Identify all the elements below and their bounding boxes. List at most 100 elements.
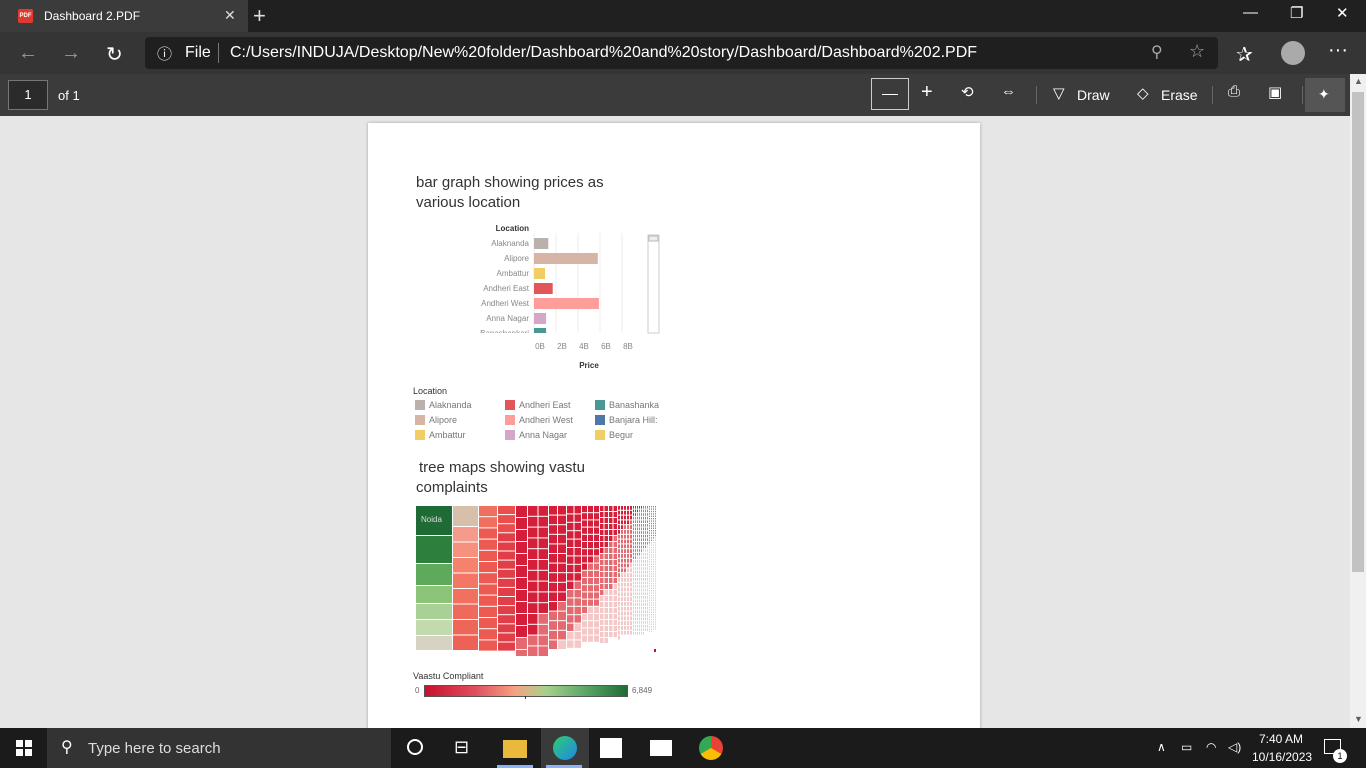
- treemap-cell[interactable]: [600, 602, 604, 607]
- treemap-cell[interactable]: [627, 592, 629, 597]
- treemap-cell[interactable]: [498, 560, 515, 569]
- treemap-cell[interactable]: [609, 632, 613, 637]
- treemap-cell[interactable]: [641, 567, 642, 570]
- treemap-cell[interactable]: [627, 582, 629, 587]
- treemap-cell[interactable]: [516, 566, 527, 577]
- treemap-cell[interactable]: [538, 614, 549, 624]
- treemap-cell[interactable]: [453, 620, 478, 635]
- treemap-cell[interactable]: [641, 563, 642, 567]
- treemap-cell[interactable]: [630, 582, 632, 587]
- treemap-cell[interactable]: [635, 556, 636, 559]
- treemap-cell[interactable]: [549, 525, 557, 534]
- treemap-cell[interactable]: [609, 590, 613, 595]
- treemap-cell[interactable]: [498, 533, 515, 542]
- treemap-cell[interactable]: [582, 635, 587, 642]
- treemap-cell[interactable]: [643, 617, 644, 621]
- treemap-cell[interactable]: [643, 524, 644, 527]
- treemap-cell[interactable]: [635, 614, 636, 617]
- treemap-cell[interactable]: [651, 587, 652, 589]
- treemap-cell[interactable]: [651, 570, 652, 573]
- treemap-cell[interactable]: [649, 510, 650, 513]
- treemap-cell[interactable]: [649, 534, 650, 537]
- treemap-cell[interactable]: [649, 554, 650, 556]
- treemap-cell[interactable]: [609, 602, 613, 607]
- treemap-cell[interactable]: [627, 554, 629, 558]
- treemap-cell[interactable]: [639, 506, 640, 509]
- treemap-cell[interactable]: [647, 610, 648, 613]
- treemap-cell[interactable]: [609, 596, 613, 601]
- treemap-cell[interactable]: [538, 624, 549, 635]
- treemap-cell[interactable]: [613, 602, 618, 607]
- info-icon[interactable]: ⓘ: [157, 43, 172, 64]
- treemap-cell[interactable]: [647, 617, 648, 621]
- treemap-cell[interactable]: [621, 568, 623, 573]
- treemap-cell[interactable]: [655, 566, 656, 568]
- treemap-cell[interactable]: [637, 610, 638, 613]
- treemap-cell[interactable]: [645, 570, 646, 574]
- treemap-cell[interactable]: [479, 606, 497, 617]
- treemap-cell[interactable]: [624, 597, 626, 601]
- treemap-cell[interactable]: [643, 534, 644, 538]
- treemap-cell[interactable]: [653, 587, 654, 589]
- treemap-cell[interactable]: [618, 597, 620, 601]
- treemap-cell[interactable]: [633, 617, 634, 621]
- treemap-cell[interactable]: [624, 611, 626, 616]
- treemap-cell[interactable]: [633, 574, 634, 577]
- treemap-cell[interactable]: [647, 524, 648, 527]
- treemap-cell[interactable]: [498, 642, 515, 651]
- bar[interactable]: [534, 268, 545, 279]
- treemap-cell[interactable]: [643, 570, 644, 574]
- treemap-cell[interactable]: [643, 509, 644, 513]
- treemap-cell[interactable]: [653, 592, 654, 594]
- treemap-cell[interactable]: [651, 510, 652, 513]
- treemap-cell[interactable]: [567, 632, 574, 640]
- windows-start-icon[interactable]: [16, 740, 32, 756]
- treemap-cell[interactable]: [633, 621, 634, 624]
- treemap-cell[interactable]: [635, 560, 636, 563]
- treemap-cell[interactable]: [528, 506, 538, 516]
- save-icon[interactable]: ▣: [1268, 83, 1282, 101]
- treemap-cell[interactable]: [630, 592, 632, 597]
- treemap-cell[interactable]: [627, 621, 629, 625]
- treemap-cell[interactable]: [574, 514, 582, 522]
- treemap-cell[interactable]: [630, 630, 632, 635]
- treemap-cell[interactable]: [627, 602, 629, 606]
- treemap-cell[interactable]: [653, 570, 654, 573]
- treemap-cell[interactable]: [651, 532, 652, 534]
- treemap-cell[interactable]: [567, 514, 574, 522]
- treemap-cell[interactable]: [655, 614, 656, 616]
- treemap-cell[interactable]: [624, 630, 626, 635]
- treemap-cell[interactable]: [618, 544, 620, 549]
- erase-icon[interactable]: ◇: [1137, 84, 1149, 102]
- treemap-cell[interactable]: [630, 626, 632, 630]
- treemap-cell[interactable]: [653, 556, 654, 558]
- mail-icon[interactable]: [650, 740, 672, 756]
- treemap-cell[interactable]: [567, 522, 574, 531]
- treemap-cell[interactable]: [643, 578, 644, 581]
- treemap-cell[interactable]: [649, 592, 650, 594]
- treemap-cell[interactable]: [516, 506, 527, 517]
- fit-page-icon[interactable]: ⇔: [1001, 83, 1016, 100]
- treemap-cell[interactable]: [655, 623, 656, 625]
- treemap-cell[interactable]: [609, 626, 613, 631]
- treemap-cell[interactable]: [609, 554, 613, 559]
- treemap-cell[interactable]: [647, 545, 648, 549]
- treemap-cell[interactable]: [651, 534, 652, 537]
- treemap-cell[interactable]: [647, 570, 648, 574]
- treemap-cell[interactable]: [528, 614, 538, 624]
- treemap-cell[interactable]: [641, 545, 642, 549]
- treemap-cell[interactable]: [651, 568, 652, 570]
- treemap-cell[interactable]: [647, 599, 648, 603]
- treemap-cell[interactable]: [479, 573, 497, 584]
- treemap-cell[interactable]: [655, 513, 656, 515]
- treemap-cell[interactable]: [594, 592, 599, 599]
- treemap-cell[interactable]: [639, 574, 640, 577]
- treemap-cell[interactable]: [647, 628, 648, 631]
- treemap-cell[interactable]: [641, 614, 642, 617]
- treemap-cell[interactable]: [594, 534, 599, 541]
- treemap-cell[interactable]: [653, 597, 654, 599]
- treemap-cell[interactable]: [649, 606, 650, 609]
- treemap-cell[interactable]: [651, 585, 652, 587]
- treemap-cell[interactable]: [621, 582, 623, 587]
- treemap-cell[interactable]: [624, 506, 626, 510]
